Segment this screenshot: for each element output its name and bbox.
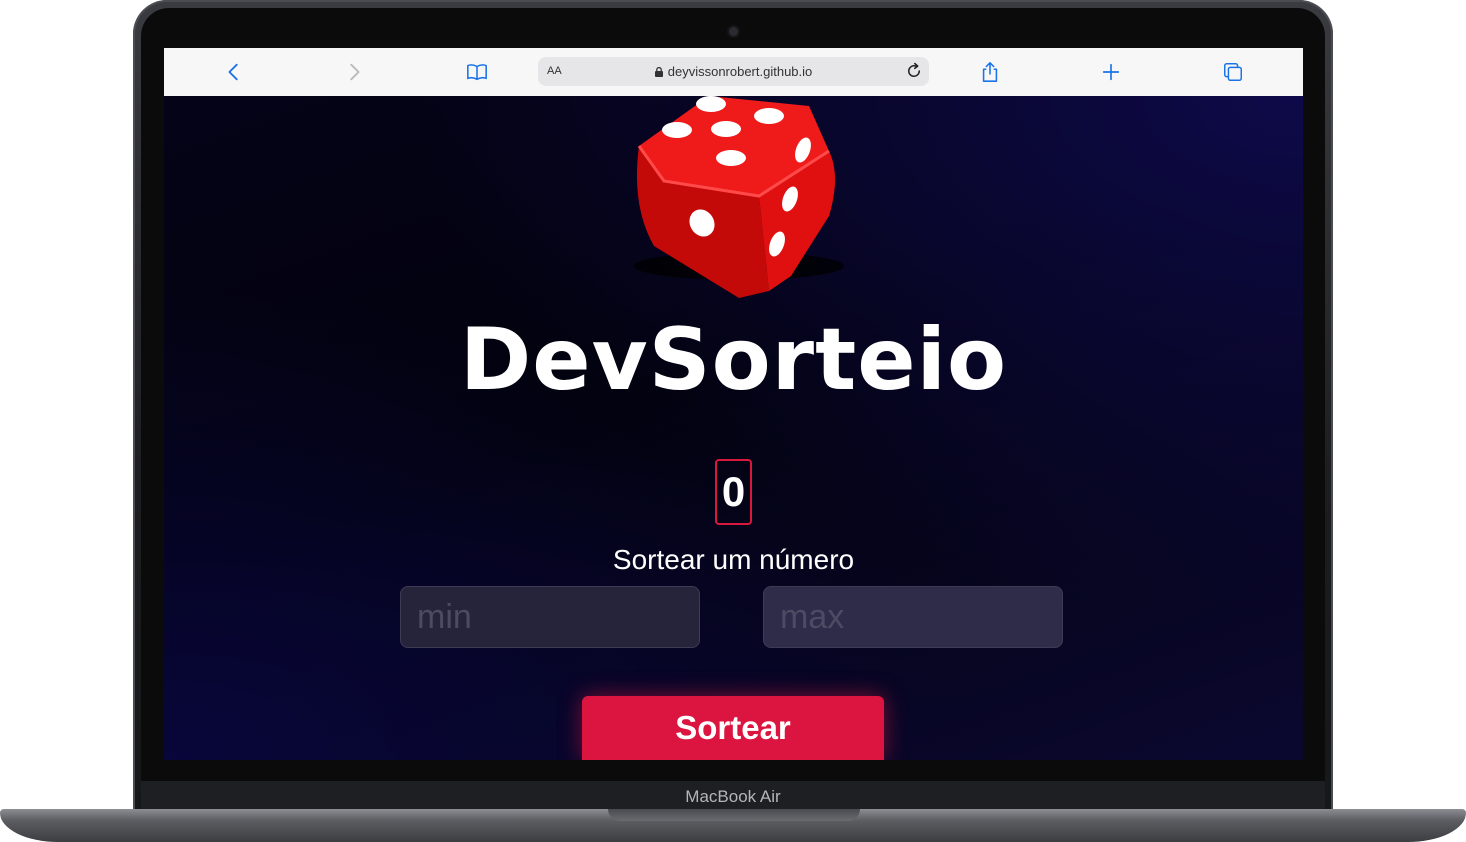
new-tab-icon[interactable] bbox=[1099, 60, 1123, 84]
url-display: deyvissonrobert.github.io bbox=[538, 64, 929, 79]
device-label: MacBook Air bbox=[685, 787, 781, 806]
draw-button[interactable]: Sortear bbox=[582, 696, 884, 760]
back-icon[interactable] bbox=[222, 60, 246, 84]
min-input[interactable] bbox=[400, 586, 700, 648]
max-input[interactable] bbox=[763, 586, 1063, 648]
laptop-chin: MacBook Air bbox=[141, 781, 1325, 812]
forward-icon[interactable] bbox=[342, 60, 366, 84]
bookmarks-icon[interactable] bbox=[465, 60, 489, 84]
screen: AA deyvissonrobert.github.io DevSorteio … bbox=[164, 48, 1303, 760]
app-page: DevSorteio 0 Sortear um número Sortear bbox=[164, 96, 1303, 760]
url-text: deyvissonrobert.github.io bbox=[667, 64, 813, 79]
lock-icon bbox=[654, 67, 663, 77]
laptop-notch bbox=[608, 809, 860, 821]
address-bar[interactable]: AA deyvissonrobert.github.io bbox=[538, 57, 929, 86]
share-icon[interactable] bbox=[978, 60, 1002, 84]
tabs-icon[interactable] bbox=[1221, 60, 1245, 84]
draw-result: 0 bbox=[715, 459, 752, 525]
page-title: DevSorteio bbox=[459, 310, 1008, 410]
camera-icon bbox=[729, 27, 738, 36]
draw-subtitle: Sortear um número bbox=[612, 544, 855, 575]
dice-icon bbox=[634, 96, 844, 298]
reload-icon[interactable] bbox=[905, 62, 923, 80]
